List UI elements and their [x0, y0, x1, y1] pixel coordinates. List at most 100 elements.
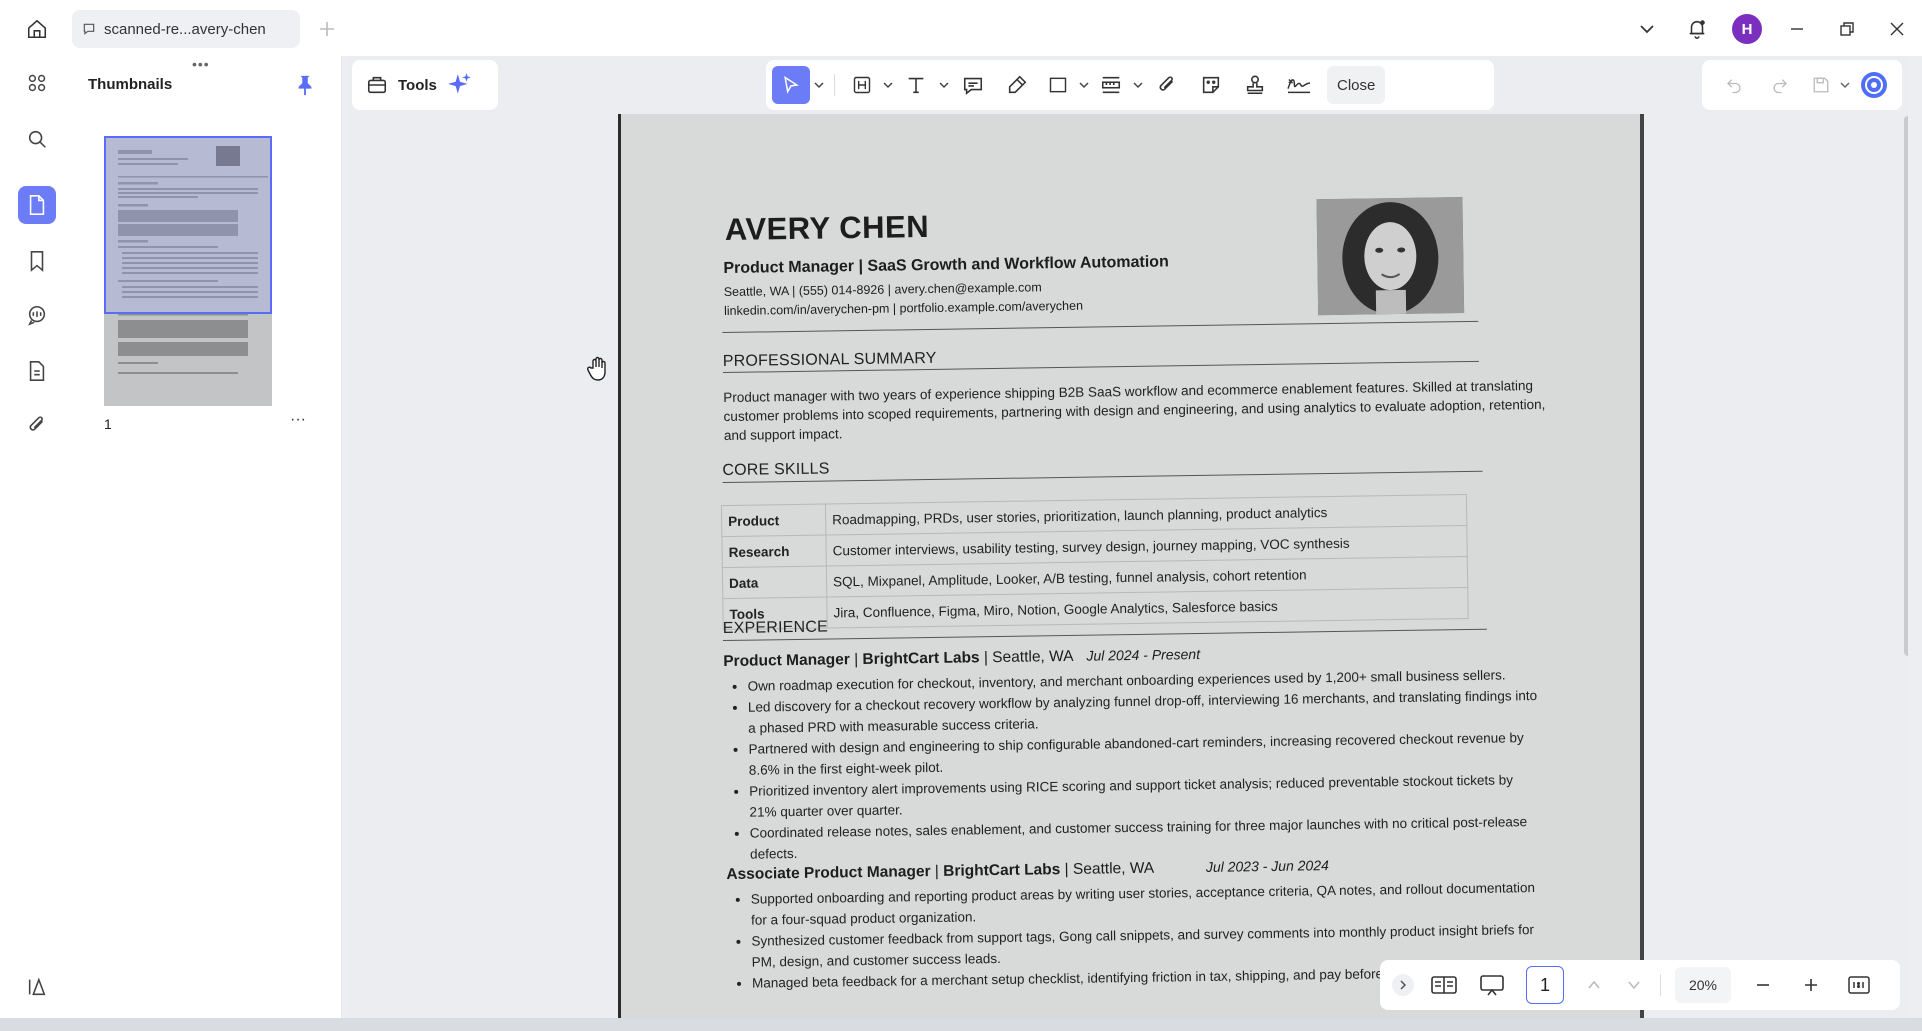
- text-tool-dropdown[interactable]: [939, 66, 949, 104]
- form-fields-button[interactable]: [18, 352, 56, 390]
- ai-assistant-icon: [1861, 72, 1887, 98]
- sidebar-toggle-button[interactable]: [22, 972, 52, 1002]
- signature-tool-button[interactable]: [1279, 66, 1319, 104]
- measure-tool-button[interactable]: [1093, 66, 1129, 104]
- presentation-button[interactable]: [1470, 966, 1514, 1004]
- portrait-image: [1316, 197, 1465, 316]
- shape-tool-dropdown[interactable]: [1079, 66, 1089, 104]
- notifications-button[interactable]: [1672, 8, 1722, 50]
- tab-title: scanned-re...avery-chen: [104, 20, 266, 38]
- home-button[interactable]: [20, 14, 54, 44]
- shape-tool-button[interactable]: [1041, 66, 1075, 104]
- job-2-location: Seattle, WA: [1072, 859, 1155, 878]
- text-box-dropdown[interactable]: [883, 66, 893, 104]
- restore-button[interactable]: [1822, 8, 1872, 50]
- previous-page-button[interactable]: [1576, 966, 1612, 1004]
- signature-icon: [1287, 78, 1311, 94]
- comment-icon: [83, 23, 95, 35]
- search-button[interactable]: [18, 120, 56, 158]
- pen-icon: [1008, 75, 1027, 94]
- apps-button[interactable]: [18, 64, 56, 102]
- panel-title: Thumbnails: [88, 76, 173, 93]
- undo-button[interactable]: [1712, 66, 1756, 104]
- divider: [722, 470, 1483, 484]
- avatar[interactable]: H: [1732, 14, 1762, 44]
- profile-photo: [1316, 197, 1465, 316]
- document-page[interactable]: AVERY CHEN Product Manager | SaaS Growth…: [618, 114, 1644, 1018]
- chevron-down-icon: [1628, 981, 1640, 990]
- page-layout-button[interactable]: [1422, 966, 1466, 1004]
- home-icon: [27, 19, 47, 39]
- chevron-down-icon: [1640, 25, 1654, 34]
- ai-sparkle-icon[interactable]: [447, 72, 473, 98]
- sticker-icon: [1202, 76, 1220, 94]
- measure-tool-dropdown[interactable]: [1133, 66, 1143, 104]
- nav-divider: [1660, 974, 1661, 996]
- close-icon: [1890, 22, 1904, 36]
- stamp-icon: [1246, 75, 1264, 95]
- presentation-icon: [1480, 975, 1504, 996]
- toolbox-icon: [367, 76, 387, 94]
- chevron-right-icon: [1392, 974, 1414, 996]
- new-tab-button[interactable]: [314, 16, 340, 42]
- save-dropdown[interactable]: [1840, 66, 1850, 104]
- hand-cursor: [586, 356, 610, 387]
- job-2-company: BrightCart Labs: [943, 861, 1061, 880]
- ai-assistant-button[interactable]: [1852, 66, 1896, 104]
- job-1-location: Seattle, WA: [992, 647, 1074, 667]
- text-icon: [908, 77, 924, 94]
- ruler-icon: [1101, 76, 1121, 94]
- textbox-icon: [853, 76, 871, 94]
- thumbnail-more-button[interactable]: ···: [284, 410, 312, 430]
- chevron-down-icon: [883, 82, 893, 89]
- minus-icon: [1757, 984, 1769, 986]
- minimize-button[interactable]: [1772, 8, 1822, 50]
- panel-grip[interactable]: •••: [192, 56, 210, 72]
- bookmarks-button[interactable]: [18, 242, 56, 280]
- attachments-button[interactable]: [18, 406, 56, 444]
- chevron-down-icon: [939, 82, 949, 89]
- document-tab[interactable]: scanned-re...avery-chen: [72, 10, 300, 48]
- save-icon: [1813, 77, 1829, 93]
- comment-tool-button[interactable]: [953, 66, 993, 104]
- paperclip-icon: [1159, 76, 1174, 91]
- vertical-scrollbar[interactable]: [1904, 116, 1908, 656]
- attach-tool-button[interactable]: [1147, 66, 1187, 104]
- comments-button[interactable]: [18, 296, 56, 334]
- thumbnails-button[interactable]: [18, 186, 56, 224]
- close-window-button[interactable]: [1872, 8, 1922, 50]
- skills-heading: CORE SKILLS: [722, 460, 830, 480]
- zoom-out-button[interactable]: [1741, 966, 1785, 1004]
- divider: [722, 628, 1487, 642]
- page-navigation-bar: 1 20%: [1380, 960, 1900, 1010]
- select-tool-button[interactable]: [772, 66, 810, 104]
- expand-nav-button[interactable]: [1388, 966, 1418, 1004]
- text-tool-button[interactable]: [897, 66, 935, 104]
- bell-icon: [1689, 20, 1705, 39]
- job-2-dates: Jul 2023 - Jun 2024: [1205, 857, 1329, 875]
- document-workspace: Tools Close AVERY CHEN Product Manager |…: [346, 56, 1908, 1018]
- select-tool-dropdown[interactable]: [814, 66, 824, 104]
- highlight-tool-button[interactable]: [997, 66, 1037, 104]
- resume-contact: Seattle, WA | (555) 014-8926 | avery.che…: [724, 278, 1083, 321]
- grid-icon: [28, 74, 46, 92]
- pin-panel-button[interactable]: [290, 70, 320, 100]
- current-page-input[interactable]: 1: [1526, 966, 1564, 1004]
- book-icon: [1431, 976, 1457, 994]
- next-page-button[interactable]: [1616, 966, 1652, 1004]
- tab-list-button[interactable]: [1622, 8, 1672, 50]
- zoom-in-button[interactable]: [1789, 966, 1833, 1004]
- job-1-title: Product Manager: [723, 651, 850, 671]
- text-box-tool-button[interactable]: [845, 66, 879, 104]
- actual-size-button[interactable]: [1837, 966, 1881, 1004]
- plus-icon: [1805, 979, 1817, 991]
- chevron-up-icon: [1588, 980, 1600, 989]
- save-button[interactable]: [1804, 66, 1838, 104]
- sticker-tool-button[interactable]: [1191, 66, 1231, 104]
- close-toolbar-button[interactable]: Close: [1327, 66, 1386, 104]
- redo-button[interactable]: [1758, 66, 1802, 104]
- stamp-tool-button[interactable]: [1235, 66, 1275, 104]
- zoom-level[interactable]: 20%: [1675, 967, 1731, 1003]
- summary-heading: PROFESSIONAL SUMMARY: [722, 349, 937, 371]
- tools-button[interactable]: Tools: [398, 77, 437, 94]
